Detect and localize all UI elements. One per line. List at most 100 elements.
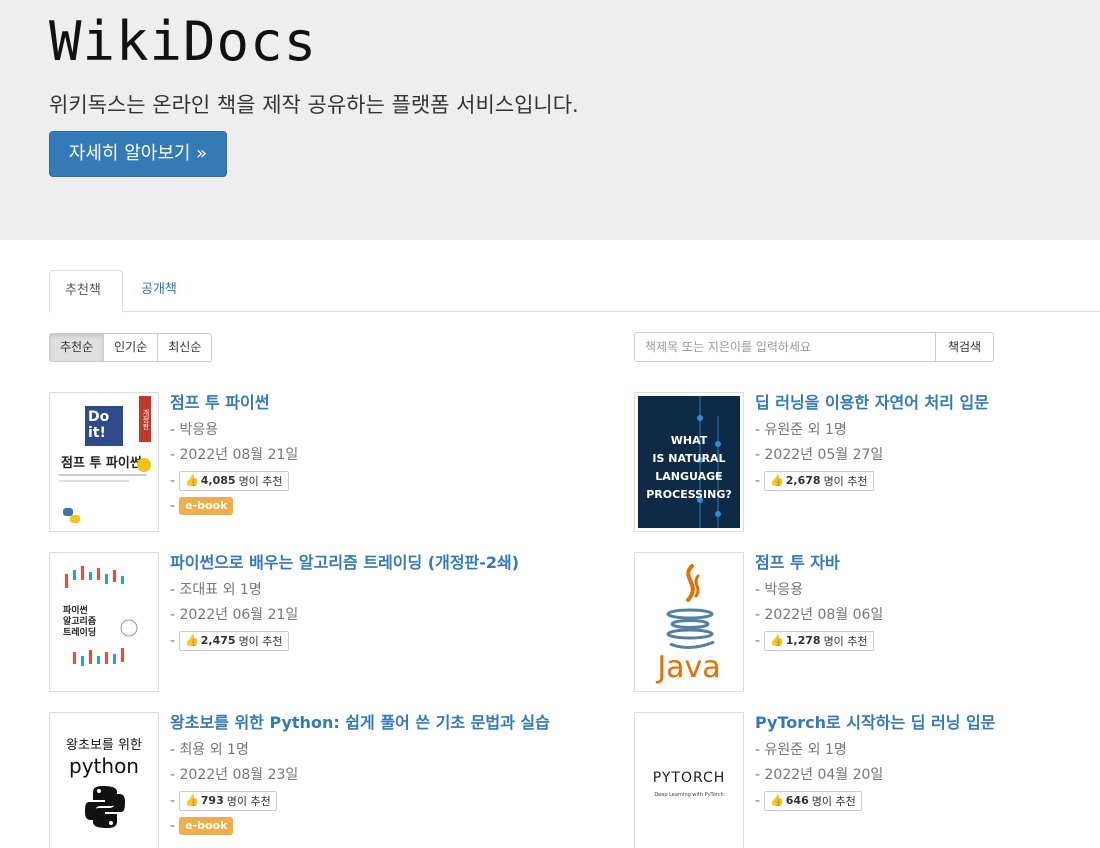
book-title-link[interactable]: PyTorch로 시작하는 딥 러닝 입문 — [755, 712, 995, 734]
book-item: WHAT IS NATURAL LANGUAGE PROCESSING? 딥 러… — [634, 392, 1094, 532]
cover-title: 점프 투 파이썬 — [61, 456, 142, 471]
recommend-row: - 👍 2,678 명이 추천 — [755, 468, 989, 493]
cover-text: 알고리즘 — [63, 617, 97, 627]
book-item: Java 점프 투 자바 - 박응용 - 2022년 08월 06일 - 👍 1,… — [634, 552, 1094, 692]
book-cover[interactable]: Java — [634, 552, 744, 692]
recommend-count: 793 — [200, 794, 224, 807]
cover-text: IS NATURAL — [652, 452, 726, 465]
book-tabs: 추천책 공개책 — [49, 270, 1100, 313]
cover-text: PROCESSING? — [646, 488, 732, 501]
ebook-row: - e-book — [170, 493, 298, 518]
recommend-badge[interactable]: 👍 2,678 명이 추천 — [764, 470, 874, 491]
book-cover[interactable]: 파이썬 알고리즘 트레이딩 — [49, 552, 159, 692]
cover-text: 파이썬 — [63, 606, 88, 616]
cover-text: it! — [88, 425, 106, 441]
book-date: - 2022년 04월 20일 — [755, 767, 884, 783]
cover-text: Do — [88, 409, 110, 425]
recommend-badge[interactable]: 👍 4,085 명이 추천 — [179, 470, 289, 491]
recommend-label: 명이 추천 — [238, 474, 283, 488]
do-it-logo: Do it! — [85, 406, 123, 446]
sort-latest-button[interactable]: 최신순 — [157, 333, 213, 362]
book-author: - 박응용 — [755, 582, 804, 598]
book-cover[interactable]: PYTORCH Deep Learning with PyTorch — [634, 712, 744, 848]
sort-popular-button[interactable]: 인기순 — [103, 333, 159, 362]
cover-divider — [59, 474, 147, 476]
jumbotron: WikiDocs 위키독스는 온라인 책을 제작 공유하는 플랫폼 서비스입니다… — [0, 0, 1100, 240]
book-item: 파이썬 알고리즘 트레이딩 파이썬으로 배우는 알고리즘 트레이딩 (개정판-2… — [49, 552, 519, 692]
recommend-badge[interactable]: 👍 793 명이 추천 — [179, 790, 277, 811]
ebook-badge[interactable]: e-book — [179, 496, 234, 515]
recommend-label: 명이 추천 — [823, 634, 868, 648]
cover-subtitle: Deep Learning with PyTorch — [654, 792, 724, 798]
site-title: WikiDocs — [49, 10, 318, 73]
book-search: 책검색 — [634, 332, 994, 362]
book-title-link[interactable]: 파이썬으로 배우는 알고리즘 트레이딩 (개정판-2쇄) — [170, 552, 519, 574]
recommend-row: - 👍 793 명이 추천 — [170, 788, 550, 813]
cover-badge — [137, 458, 151, 472]
book-date: - 2022년 08월 21일 — [170, 447, 299, 463]
book-author: - 유원준 외 1명 — [755, 422, 847, 438]
java-logo-icon — [666, 564, 715, 649]
book-title-link[interactable]: 점프 투 파이썬 — [170, 392, 298, 414]
book-author: - 박응용 — [170, 422, 219, 438]
cover-divider — [59, 480, 129, 482]
book-author: - 유원준 외 1명 — [755, 742, 847, 758]
cover-title: WHAT IS NATURAL LANGUAGE PROCESSING? — [638, 432, 740, 504]
cover-ribbon: 개정판 — [139, 396, 151, 442]
book-author: - 최용 외 1명 — [170, 742, 249, 758]
book-date: - 2022년 08월 06일 — [755, 607, 884, 623]
recommend-badge[interactable]: 👍 2,475 명이 추천 — [179, 630, 289, 651]
book-cover[interactable]: WHAT IS NATURAL LANGUAGE PROCESSING? — [634, 392, 744, 532]
recommend-count: 2,678 — [785, 474, 821, 487]
cover-title: 파이썬 알고리즘 트레이딩 — [63, 606, 96, 639]
book-item: PYTORCH Deep Learning with PyTorch PyTor… — [634, 712, 1094, 848]
search-button[interactable]: 책검색 — [936, 332, 994, 362]
cover-text: WHAT — [670, 434, 708, 447]
sort-recommended-button[interactable]: 추천순 — [49, 333, 105, 362]
book-item: 왕초보를 위한 python 왕초보를 위한 Python: 쉽게 풀어 쓴 기… — [49, 712, 550, 848]
cover-text: 트레이딩 — [63, 628, 97, 638]
recommend-badge[interactable]: 👍 1,278 명이 추천 — [764, 630, 874, 651]
recommend-label: 명이 추천 — [811, 794, 856, 808]
tab-public[interactable]: 공개책 — [126, 270, 192, 312]
book-author: - 조대표 외 1명 — [170, 582, 262, 598]
python-logo-icon — [85, 786, 125, 828]
thumbs-up-icon: 👍 — [770, 794, 784, 807]
thumbs-up-icon: 👍 — [770, 474, 784, 487]
book-title-link[interactable]: 점프 투 자바 — [755, 552, 883, 574]
book-cover[interactable]: 왕초보를 위한 python — [49, 712, 159, 848]
book-title-link[interactable]: 왕초보를 위한 Python: 쉽게 풀어 쓴 기초 문법과 실습 — [170, 712, 550, 734]
cover-text: LANGUAGE — [655, 470, 723, 483]
book-item: Do it! 개정판 점프 투 파이썬 점프 투 파이썬 - 박응용 - 2022… — [49, 392, 509, 532]
cover-title: PYTORCH — [652, 770, 726, 786]
recommend-row: - 👍 646 명이 추천 — [755, 788, 995, 813]
book-date: - 2022년 06월 21일 — [170, 607, 299, 623]
thumbs-up-icon: 👍 — [185, 794, 199, 807]
tagline: 위키독스는 온라인 책을 제작 공유하는 플랫폼 서비스입니다. — [49, 93, 579, 117]
python-logo-icon — [63, 508, 80, 523]
recommend-badge[interactable]: 👍 646 명이 추천 — [764, 790, 862, 811]
recommend-label: 명이 추천 — [238, 634, 283, 648]
book-date: - 2022년 05월 27일 — [755, 447, 884, 463]
recommend-row: - 👍 1,278 명이 추천 — [755, 628, 883, 653]
thumbs-up-icon: 👍 — [185, 634, 199, 647]
thumbs-up-icon: 👍 — [770, 634, 784, 647]
recommend-row: - 👍 4,085 명이 추천 — [170, 468, 298, 493]
ebook-badge[interactable]: e-book — [179, 816, 234, 835]
recommend-count: 4,085 — [200, 474, 236, 487]
recommend-row: - 👍 2,475 명이 추천 — [170, 628, 519, 653]
book-title-link[interactable]: 딥 러닝을 이용한 자연어 처리 입문 — [755, 392, 989, 414]
search-input[interactable] — [634, 332, 936, 362]
book-date: - 2022년 08월 23일 — [170, 767, 299, 783]
recommend-label: 명이 추천 — [823, 474, 868, 488]
recommend-count: 2,475 — [200, 634, 236, 647]
tab-recommended[interactable]: 추천책 — [49, 270, 123, 313]
learn-more-button[interactable]: 자세히 알아보기 » — [49, 131, 227, 177]
cover-title: 왕초보를 위한 — [66, 738, 142, 753]
cover-subtitle: python — [69, 754, 139, 778]
ebook-row: - e-book — [170, 813, 550, 838]
thumbs-up-icon: 👍 — [185, 474, 199, 487]
cover-title: Java — [657, 650, 721, 685]
book-cover[interactable]: Do it! 개정판 점프 투 파이썬 — [49, 392, 159, 532]
sort-button-group: 추천순 인기순 최신순 — [49, 333, 213, 362]
